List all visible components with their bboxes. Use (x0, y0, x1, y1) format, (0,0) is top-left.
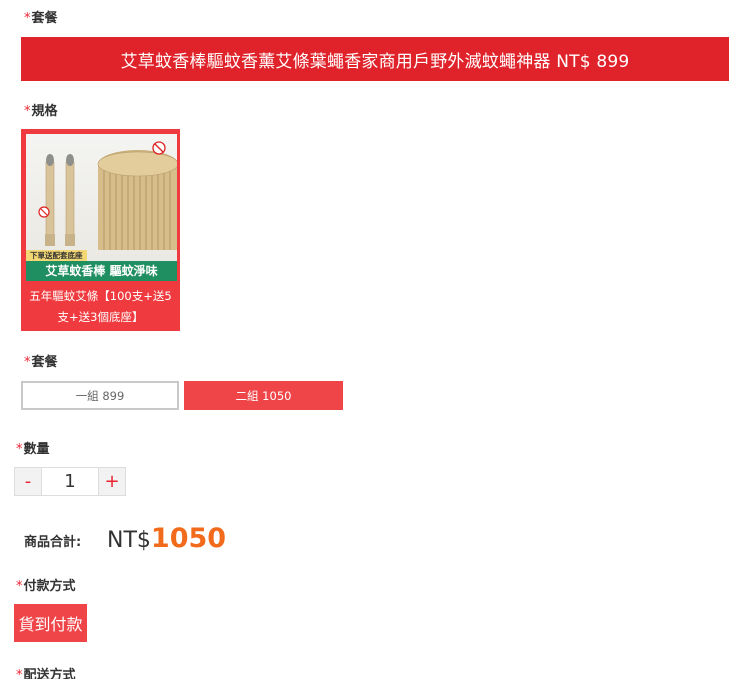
total-price: NT$ 1050 (107, 523, 226, 554)
package-option-label: 一組 899 (75, 388, 125, 403)
spec-label: *規格 (24, 100, 58, 119)
required-mark: * (24, 11, 31, 26)
payment-label: *付款方式 (16, 575, 76, 594)
total-amount: 1050 (150, 523, 227, 554)
required-mark: * (16, 579, 23, 594)
package-label: *套餐 (24, 351, 58, 370)
total-label: 商品合計: (24, 535, 82, 550)
image-tag: 下單送配套底座 (26, 250, 87, 261)
shipping-label-text: 配送方式 (23, 668, 76, 679)
payment-label-text: 付款方式 (23, 579, 76, 594)
payment-option-label: 貨到付款 (18, 615, 83, 634)
quantity-label: *數量 (16, 438, 50, 457)
package-top-label: *套餐 (24, 7, 58, 26)
spec-label-text: 規格 (31, 104, 58, 119)
quantity-input[interactable]: 1 (41, 468, 99, 495)
package-banner-title: 艾草蚊香棒驅蚊香薰艾條葉蠅香家商用戶野外滅蚊蠅神器 NT$ 899 (120, 51, 630, 72)
required-mark: * (16, 668, 23, 679)
quantity-increase-button[interactable]: + (99, 468, 125, 495)
package-option-two-sets[interactable]: 二組 1050 (184, 381, 343, 410)
image-banner: 艾草蚊香棒 驅蚊淨味 (26, 261, 177, 281)
spec-caption: 五年驅蚊艾條【100支+送5支+送3個底座】 (29, 289, 172, 324)
package-label-text: 套餐 (31, 355, 58, 370)
quantity-label-text: 數量 (23, 442, 50, 457)
quantity-decrease-button[interactable]: - (15, 468, 41, 495)
required-mark: * (24, 355, 31, 370)
product-image: 下單送配套底座 艾草蚊香棒 驅蚊淨味 (26, 134, 177, 281)
package-top-label-text: 套餐 (31, 11, 58, 26)
required-mark: * (24, 104, 31, 119)
shipping-label: *配送方式 (16, 664, 76, 679)
total-currency: NT$ (107, 528, 151, 553)
package-option-label: 二組 1050 (235, 388, 292, 403)
quantity-stepper: - 1 + (14, 467, 126, 496)
payment-option-cod-button[interactable]: 貨到付款 (14, 604, 87, 642)
required-mark: * (16, 442, 23, 457)
package-option-one-set[interactable]: 一組 899 (21, 381, 179, 410)
spec-option-card[interactable]: 下單送配套底座 艾草蚊香棒 驅蚊淨味 五年驅蚊艾條【100支+送5支+送3個底座… (21, 129, 180, 331)
package-banner[interactable]: 艾草蚊香棒驅蚊香薰艾條葉蠅香家商用戶野外滅蚊蠅神器 NT$ 899 (21, 37, 729, 81)
